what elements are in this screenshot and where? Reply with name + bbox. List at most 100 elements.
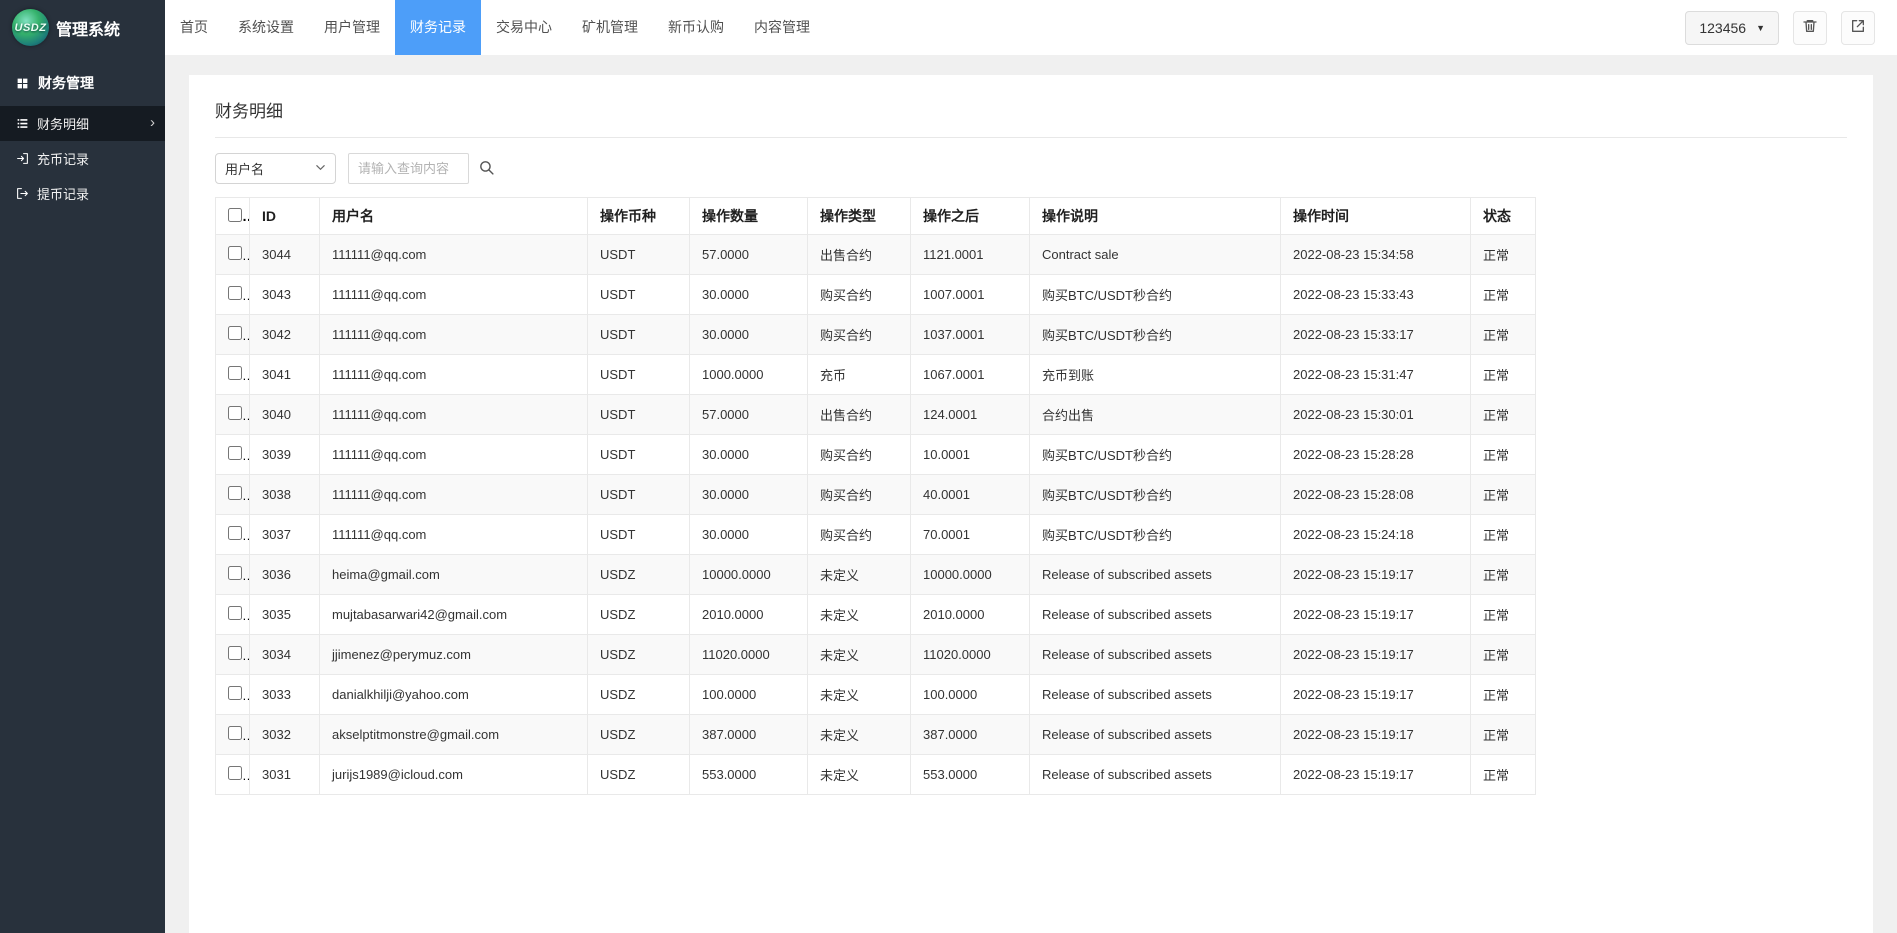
cell: 3038 bbox=[250, 475, 320, 515]
nav-tab-0[interactable]: 首页 bbox=[165, 0, 223, 55]
sidebar-item-0[interactable]: 财务明细› bbox=[0, 106, 165, 141]
cell: 购买合约 bbox=[808, 435, 911, 475]
cell: USDZ bbox=[588, 555, 690, 595]
logo-area: USDZ 管理系统 bbox=[0, 0, 165, 55]
row-checkbox-cell bbox=[216, 235, 250, 275]
cell: 111111@qq.com bbox=[320, 515, 588, 555]
cell: 1037.0001 bbox=[911, 315, 1030, 355]
cell: 购买BTC/USDT秒合约 bbox=[1030, 435, 1281, 475]
sidebar-menu: 财务明细›充币记录提币记录 bbox=[0, 106, 165, 211]
row-checkbox[interactable] bbox=[228, 366, 242, 380]
cell: danialkhilji@yahoo.com bbox=[320, 675, 588, 715]
row-checkbox[interactable] bbox=[228, 646, 242, 660]
row-checkbox[interactable] bbox=[228, 526, 242, 540]
cell: USDT bbox=[588, 475, 690, 515]
cell: 合约出售 bbox=[1030, 395, 1281, 435]
search-input[interactable] bbox=[348, 153, 469, 184]
row-checkbox-cell bbox=[216, 715, 250, 755]
sidebar-item-1[interactable]: 充币记录 bbox=[0, 141, 165, 176]
cell: USDT bbox=[588, 435, 690, 475]
trash-button[interactable] bbox=[1793, 11, 1827, 45]
cell: 2022-08-23 15:24:18 bbox=[1281, 515, 1471, 555]
cell: 1000.0000 bbox=[690, 355, 808, 395]
cell: 购买合约 bbox=[808, 515, 911, 555]
row-checkbox-cell bbox=[216, 315, 250, 355]
row-checkbox-cell bbox=[216, 635, 250, 675]
chevron-down-icon bbox=[315, 161, 326, 176]
cell: 未定义 bbox=[808, 555, 911, 595]
nav-tab-1[interactable]: 系统设置 bbox=[223, 0, 309, 55]
cell: 3042 bbox=[250, 315, 320, 355]
table-row: 3037111111@qq.comUSDT30.0000购买合约70.0001购… bbox=[216, 515, 1536, 555]
cell: 2022-08-23 15:31:47 bbox=[1281, 355, 1471, 395]
cell: 111111@qq.com bbox=[320, 315, 588, 355]
topnav: 首页系统设置用户管理财务记录交易中心矿机管理新币认购内容管理 bbox=[165, 0, 825, 55]
row-checkbox[interactable] bbox=[228, 686, 242, 700]
cell: 2022-08-23 15:28:08 bbox=[1281, 475, 1471, 515]
row-checkbox[interactable] bbox=[228, 326, 242, 340]
column-header-0: ID bbox=[250, 198, 320, 235]
row-checkbox[interactable] bbox=[228, 246, 242, 260]
user-menu-button[interactable]: 123456 ▼ bbox=[1685, 11, 1779, 45]
row-checkbox-cell bbox=[216, 475, 250, 515]
row-checkbox-cell bbox=[216, 675, 250, 715]
search-button[interactable] bbox=[478, 159, 495, 179]
column-header-7: 操作时间 bbox=[1281, 198, 1471, 235]
cell: 出售合约 bbox=[808, 395, 911, 435]
cell: 111111@qq.com bbox=[320, 475, 588, 515]
cell: 3037 bbox=[250, 515, 320, 555]
column-header-2: 操作币种 bbox=[588, 198, 690, 235]
page-title: 财务明细 bbox=[189, 75, 1873, 137]
table-row: 3031jurijs1989@icloud.comUSDZ553.0000未定义… bbox=[216, 755, 1536, 795]
row-checkbox-cell bbox=[216, 275, 250, 315]
row-checkbox[interactable] bbox=[228, 286, 242, 300]
row-checkbox[interactable] bbox=[228, 446, 242, 460]
cell: 未定义 bbox=[808, 635, 911, 675]
row-checkbox[interactable] bbox=[228, 406, 242, 420]
cell: 未定义 bbox=[808, 715, 911, 755]
export-button[interactable] bbox=[1841, 11, 1875, 45]
cell: 10000.0000 bbox=[911, 555, 1030, 595]
cell: 3041 bbox=[250, 355, 320, 395]
cell: USDZ bbox=[588, 595, 690, 635]
cell: 3034 bbox=[250, 635, 320, 675]
nav-tab-5[interactable]: 矿机管理 bbox=[567, 0, 653, 55]
withdraw-icon bbox=[15, 187, 29, 201]
finance-detail-card: 财务明细 用户名 bbox=[189, 75, 1873, 933]
cell: USDT bbox=[588, 395, 690, 435]
cell: 正常 bbox=[1471, 435, 1536, 475]
row-checkbox-cell bbox=[216, 595, 250, 635]
cell: 2010.0000 bbox=[911, 595, 1030, 635]
cell: 57.0000 bbox=[690, 395, 808, 435]
row-checkbox[interactable] bbox=[228, 606, 242, 620]
cell: 购买BTC/USDT秒合约 bbox=[1030, 275, 1281, 315]
nav-tab-2[interactable]: 用户管理 bbox=[309, 0, 395, 55]
row-checkbox[interactable] bbox=[228, 566, 242, 580]
nav-tab-4[interactable]: 交易中心 bbox=[481, 0, 567, 55]
usdz-logo-icon: USDZ bbox=[12, 9, 49, 46]
nav-tab-6[interactable]: 新币认购 bbox=[653, 0, 739, 55]
chevron-right-icon: › bbox=[150, 114, 155, 131]
column-header-4: 操作类型 bbox=[808, 198, 911, 235]
sidebar-item-2[interactable]: 提币记录 bbox=[0, 176, 165, 211]
cell: Release of subscribed assets bbox=[1030, 635, 1281, 675]
row-checkbox[interactable] bbox=[228, 486, 242, 500]
cell: heima@gmail.com bbox=[320, 555, 588, 595]
search-icon bbox=[478, 159, 495, 179]
table-body: 3044111111@qq.comUSDT57.0000出售合约1121.000… bbox=[216, 235, 1536, 795]
nav-tab-3[interactable]: 财务记录 bbox=[395, 0, 481, 55]
cell: 正常 bbox=[1471, 515, 1536, 555]
cell: 2022-08-23 15:33:17 bbox=[1281, 315, 1471, 355]
cell: 70.0001 bbox=[911, 515, 1030, 555]
row-checkbox[interactable] bbox=[228, 726, 242, 740]
sidebar-section-finance[interactable]: 财务管理 bbox=[0, 55, 165, 106]
caret-down-icon: ▼ bbox=[1756, 23, 1765, 33]
search-field-select[interactable]: 用户名 bbox=[215, 153, 336, 184]
cell: Contract sale bbox=[1030, 235, 1281, 275]
cell: 正常 bbox=[1471, 355, 1536, 395]
cell: 11020.0000 bbox=[911, 635, 1030, 675]
nav-tab-7[interactable]: 内容管理 bbox=[739, 0, 825, 55]
select-all-checkbox[interactable] bbox=[228, 208, 242, 222]
row-checkbox[interactable] bbox=[228, 766, 242, 780]
brand-title: 管理系统 bbox=[56, 16, 120, 40]
